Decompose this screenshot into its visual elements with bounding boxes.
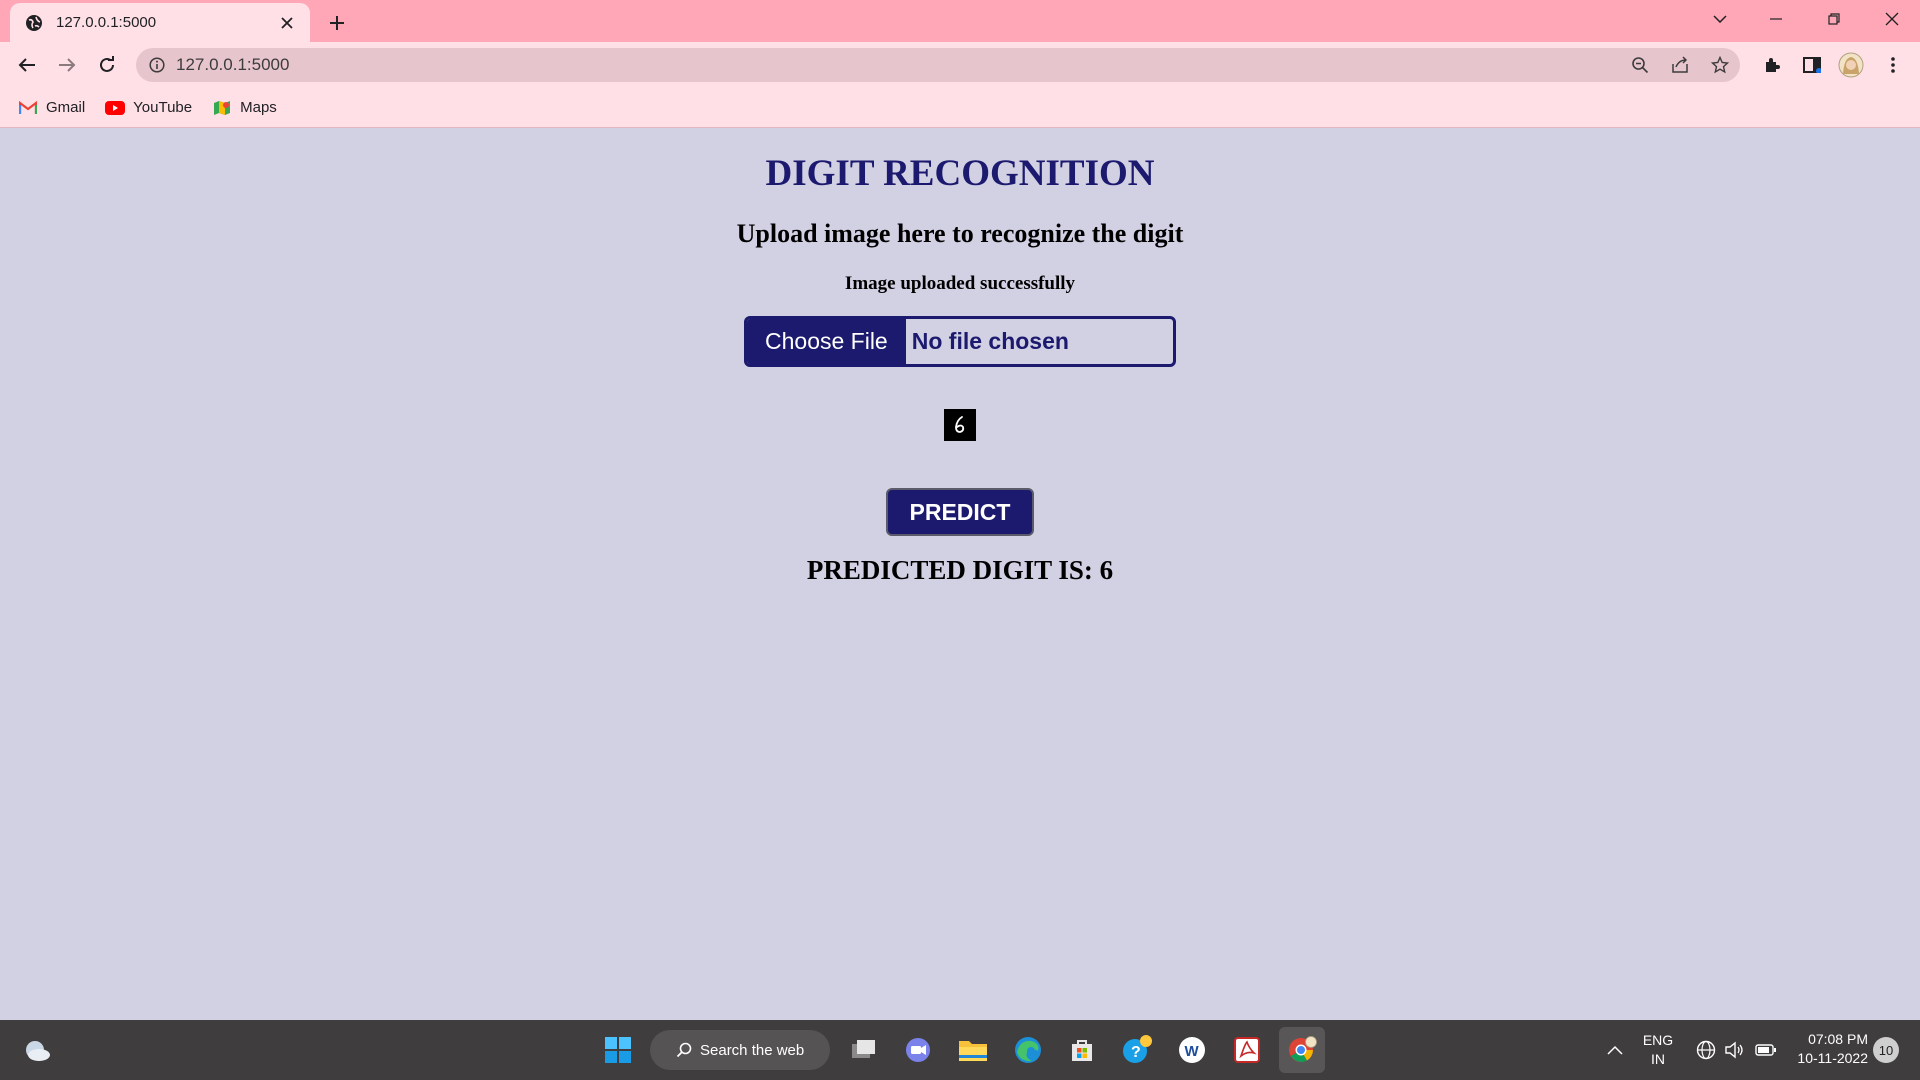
close-tab-icon[interactable] <box>276 12 298 34</box>
search-label: Search the web <box>700 1041 805 1059</box>
clock[interactable]: 07:08 PM 10-11-2022 <box>1788 1030 1868 1068</box>
file-name-text: No file chosen <box>911 328 1069 354</box>
url-text[interactable]: 127.0.0.1:5000 <box>176 55 1620 75</box>
side-panel-icon[interactable] <box>1795 49 1829 81</box>
upload-heading: Upload image here to recognize the digit <box>736 219 1184 248</box>
weather-icon[interactable] <box>14 1027 60 1073</box>
zoom-icon[interactable] <box>1620 48 1660 82</box>
task-view-icon[interactable] <box>841 1027 887 1073</box>
youtube-icon <box>105 98 126 118</box>
show-hidden-icons-chevron-icon[interactable] <box>1603 1038 1627 1062</box>
notification-count-badge[interactable]: 10 <box>1873 1037 1899 1063</box>
browser-tab[interactable]: 127.0.0.1:5000 <box>10 3 310 42</box>
clock-date: 10-11-2022 <box>1797 1050 1868 1066</box>
back-arrow-icon[interactable] <box>11 49 43 81</box>
upload-status-message: Image uploaded successfully <box>844 273 1076 294</box>
page-content: DIGIT RECOGNITION Upload image here to r… <box>0 128 1920 1020</box>
network-globe-icon[interactable] <box>1694 1038 1718 1062</box>
extensions-icon[interactable] <box>1755 49 1789 81</box>
uploaded-digit-preview <box>944 409 976 441</box>
page-title: DIGIT RECOGNITION <box>765 153 1155 194</box>
bookmark-label: YouTube <box>133 99 193 116</box>
bookmark-youtube[interactable]: YouTube <box>105 98 192 118</box>
predict-button[interactable]: PREDICT <box>886 488 1034 536</box>
site-info-icon[interactable] <box>148 56 166 74</box>
bookmark-maps[interactable]: Maps <box>212 98 277 118</box>
tab-search-icon[interactable] <box>1692 0 1748 38</box>
gmail-icon <box>18 98 38 118</box>
browser-menu-icon[interactable] <box>1876 49 1910 81</box>
reload-icon[interactable] <box>91 49 123 81</box>
handwritten-digit-image <box>955 416 965 433</box>
new-tab-button[interactable] <box>322 8 352 38</box>
battery-icon[interactable] <box>1754 1038 1778 1062</box>
share-icon[interactable] <box>1660 48 1700 82</box>
clock-time: 07:08 PM <box>1808 1031 1868 1047</box>
file-upload-input[interactable]: Choose File No file chosen <box>744 316 1176 367</box>
restore-icon[interactable] <box>1806 0 1862 38</box>
svg-text:?: ? <box>1131 1044 1141 1061</box>
taskbar: Search the web ? W ENG IN 07:08 PM 10-11… <box>0 1020 1920 1080</box>
bookmark-label: Gmail <box>46 99 86 116</box>
chrome-browser-icon[interactable] <box>1279 1027 1325 1073</box>
profile-avatar[interactable] <box>1834 49 1868 81</box>
minimize-icon[interactable] <box>1748 0 1804 38</box>
region-code: IN <box>1651 1051 1665 1067</box>
get-help-icon[interactable]: ? <box>1114 1027 1160 1073</box>
edge-browser-icon[interactable] <box>1005 1027 1051 1073</box>
language-code: ENG <box>1642 1032 1674 1048</box>
taskbar-search[interactable]: Search the web <box>650 1030 830 1070</box>
address-bar[interactable]: 127.0.0.1:5000 <box>136 48 1740 82</box>
choose-file-button[interactable]: Choose File <box>747 319 906 364</box>
bookmarks-bar: Gmail YouTube Maps <box>0 88 1920 128</box>
bookmark-label: Maps <box>240 99 277 116</box>
search-icon <box>676 1042 692 1058</box>
close-window-icon[interactable] <box>1864 0 1920 38</box>
globe-icon <box>24 13 44 33</box>
prediction-result: PREDICTED DIGIT IS: 6 <box>806 555 1114 585</box>
maps-icon <box>212 98 232 118</box>
tab-title: 127.0.0.1:5000 <box>56 14 157 31</box>
microsoft-store-icon[interactable] <box>1059 1027 1105 1073</box>
word-app-icon[interactable]: W <box>1169 1027 1215 1073</box>
tab-strip: 127.0.0.1:5000 <box>0 0 1920 42</box>
input-language-indicator[interactable]: ENG IN <box>1640 1031 1676 1069</box>
pdf-reader-icon[interactable] <box>1224 1027 1270 1073</box>
start-windows-icon[interactable] <box>595 1027 641 1073</box>
bookmark-gmail[interactable]: Gmail <box>18 98 85 118</box>
teams-chat-icon[interactable] <box>895 1027 941 1073</box>
bookmark-star-icon[interactable] <box>1700 48 1740 82</box>
browser-toolbar: 127.0.0.1:5000 <box>0 42 1920 88</box>
volume-speaker-icon[interactable] <box>1722 1038 1746 1062</box>
file-explorer-icon[interactable] <box>950 1027 996 1073</box>
svg-text:W: W <box>1185 1043 1200 1060</box>
forward-arrow-icon[interactable] <box>51 49 83 81</box>
